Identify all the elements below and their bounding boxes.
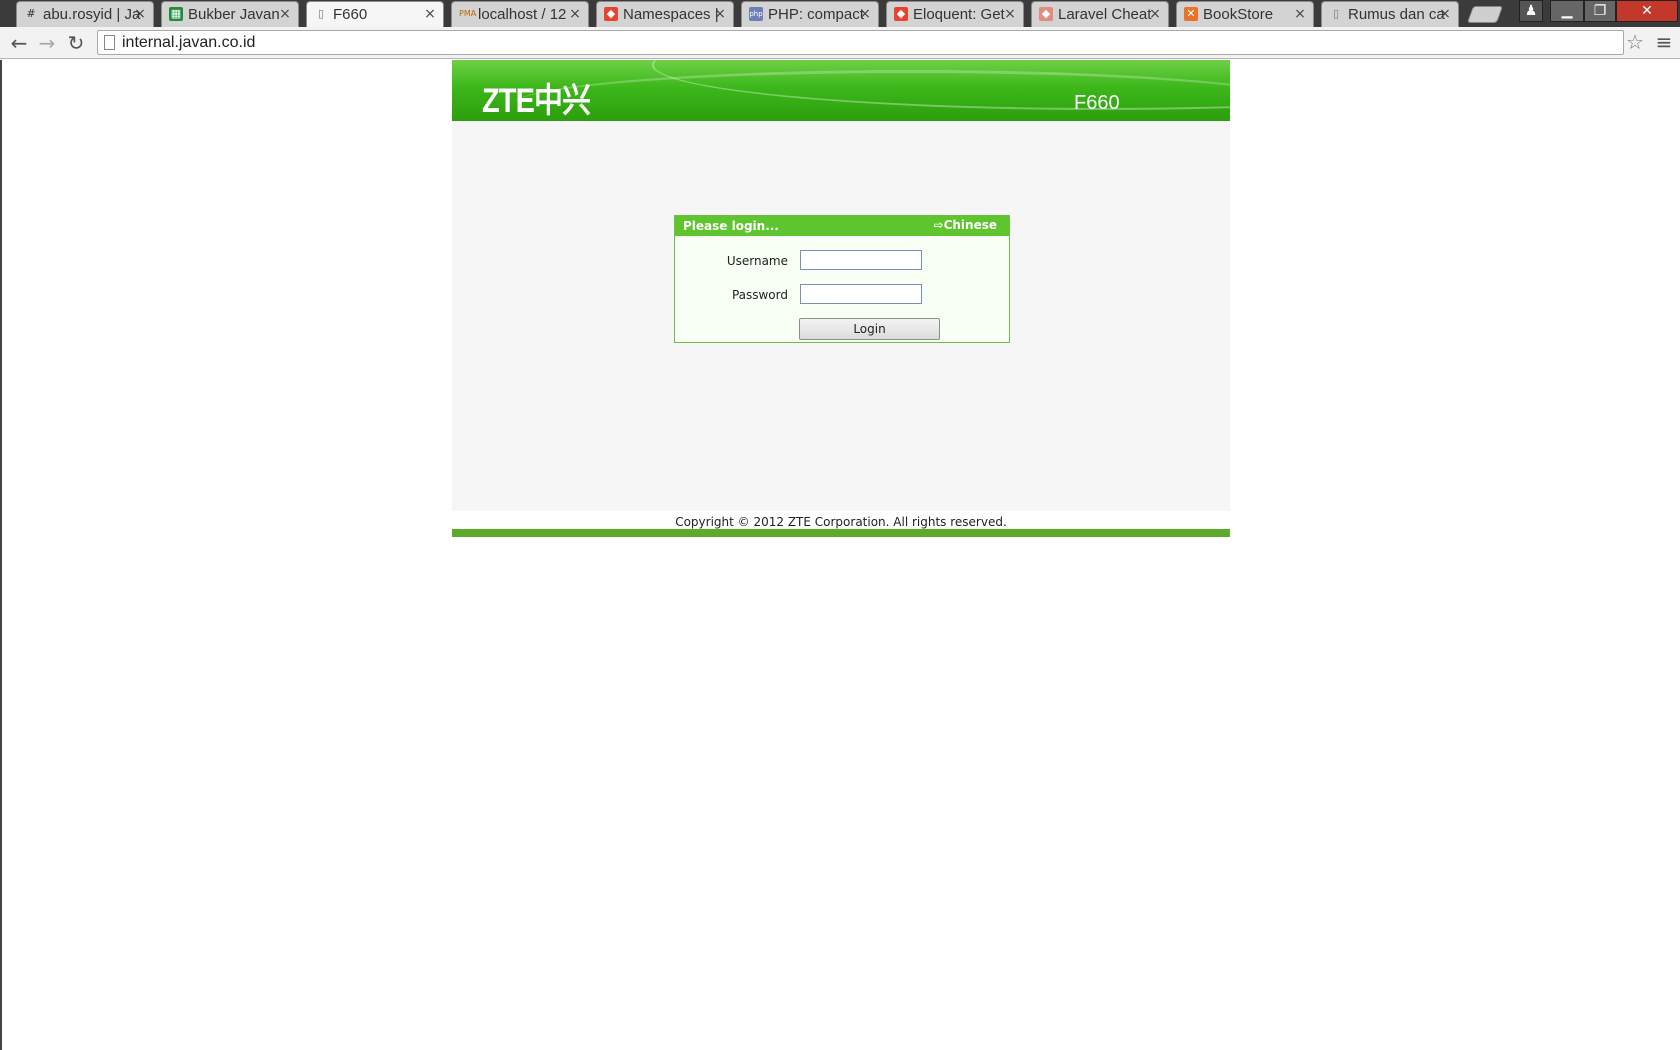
header-decoration (512, 70, 1230, 121)
xampp-icon: ✕ (1184, 7, 1198, 21)
browser-tab[interactable]: ◆ Laravel Cheat × (1031, 1, 1169, 27)
language-link[interactable]: ⇨Chinese (934, 218, 998, 232)
router-page: ZTE中兴 F660 Please login... ⇨Chinese User… (452, 60, 1230, 537)
login-panel-header: Please login... ⇨Chinese (675, 216, 1009, 236)
close-tab-icon[interactable]: × (858, 6, 872, 22)
browser-tab[interactable]: ▯ Rumus dan ca × (1321, 1, 1459, 27)
tab-title: BookStore (1203, 6, 1274, 23)
close-tab-icon[interactable]: × (423, 6, 437, 22)
tab-title: Rumus dan ca (1348, 6, 1445, 23)
login-title: Please login... (683, 219, 779, 233)
close-tab-icon[interactable]: × (1003, 6, 1017, 22)
browser-tab[interactable]: # abu.rosyid | Ja × (16, 1, 154, 27)
login-panel: Please login... ⇨Chinese Username Passwo… (674, 215, 1010, 343)
menu-icon[interactable]: ≡ (1654, 29, 1674, 55)
password-label: Password (731, 288, 788, 302)
back-arrow-icon[interactable]: ← (7, 31, 31, 55)
phpmyadmin-icon: PMA (459, 9, 477, 18)
password-field[interactable] (800, 284, 922, 304)
close-tab-icon[interactable]: × (1293, 6, 1307, 22)
tab-title: Bukber Javan (188, 6, 280, 23)
laravel-icon: ◆ (604, 7, 618, 21)
sheets-icon: ▦ (169, 7, 183, 21)
browser-tab-active[interactable]: ▯ F660 × (306, 1, 444, 28)
php-icon: php (749, 7, 763, 21)
zte-logo: ZTE中兴 (482, 82, 591, 120)
language-link-label: Chinese (943, 218, 997, 232)
page-footer: Copyright © 2012 ZTE Corporation. All ri… (452, 511, 1230, 529)
reload-icon[interactable]: ↻ (64, 31, 88, 55)
tab-title: F660 (333, 6, 368, 23)
forward-arrow-icon[interactable]: → (35, 31, 59, 55)
copyright-text: Copyright © 2012 ZTE Corporation. All ri… (675, 515, 1007, 529)
username-field[interactable] (800, 250, 922, 270)
window-edge (0, 60, 2, 1050)
page-icon: ▯ (317, 7, 325, 20)
page-icon (104, 35, 115, 50)
page-content: Please login... ⇨Chinese Username Passwo… (452, 121, 1230, 511)
hash-icon: # (26, 7, 36, 20)
tab-title: Eloquent: Get (913, 6, 1005, 23)
maximize-button[interactable]: ❐ (1584, 0, 1616, 22)
minimize-button[interactable]: ▁ (1550, 0, 1584, 22)
tab-title: PHP: compact (768, 6, 864, 23)
browser-tab[interactable]: ▦ Bukber Javan × (161, 1, 299, 27)
address-bar[interactable]: internal.javan.co.id (97, 30, 1624, 55)
footer-bar (452, 529, 1230, 537)
page-header: ZTE中兴 F660 (452, 60, 1230, 121)
tab-strip: # abu.rosyid | Ja × ▦ Bukber Javan × ▯ F… (0, 0, 1680, 28)
model-name: F660 (1074, 92, 1120, 114)
new-tab-button[interactable] (1466, 6, 1504, 23)
user-icon[interactable]: ♟ (1519, 0, 1543, 22)
tab-title: localhost / 12 (478, 6, 567, 23)
login-button[interactable]: Login (799, 318, 940, 340)
browser-tab[interactable]: ✕ BookStore × (1176, 1, 1314, 27)
username-label: Username (726, 254, 788, 268)
tab-title: Laravel Cheat (1058, 6, 1152, 23)
bookmark-star-icon[interactable]: ☆ (1624, 29, 1646, 55)
arrow-right-icon: ⇨ (933, 218, 944, 232)
laravel-icon: ◆ (1039, 7, 1053, 21)
tab-title: abu.rosyid | Ja (43, 6, 141, 23)
close-tab-icon[interactable]: × (1438, 6, 1452, 22)
browser-toolbar: ← → ↻ internal.javan.co.id (0, 27, 1680, 59)
close-tab-icon[interactable]: × (133, 6, 147, 22)
browser-tab[interactable]: php PHP: compact × (741, 1, 879, 27)
browser-tab[interactable]: ◆ Eloquent: Get × (886, 1, 1024, 27)
browser-tab[interactable]: PMA localhost / 12 × (451, 1, 589, 27)
laravel-icon: ◆ (894, 7, 908, 21)
url-text[interactable]: internal.javan.co.id (122, 34, 255, 52)
tab-title: Namespaces | (623, 6, 719, 23)
close-tab-icon[interactable]: × (568, 6, 582, 22)
close-tab-icon[interactable]: × (278, 6, 292, 22)
close-tab-icon[interactable]: × (713, 6, 727, 22)
close-window-button[interactable]: ✕ (1616, 0, 1678, 22)
page-icon: ▯ (1332, 7, 1340, 20)
close-tab-icon[interactable]: × (1148, 6, 1162, 22)
browser-tab[interactable]: ◆ Namespaces | × (596, 1, 734, 27)
